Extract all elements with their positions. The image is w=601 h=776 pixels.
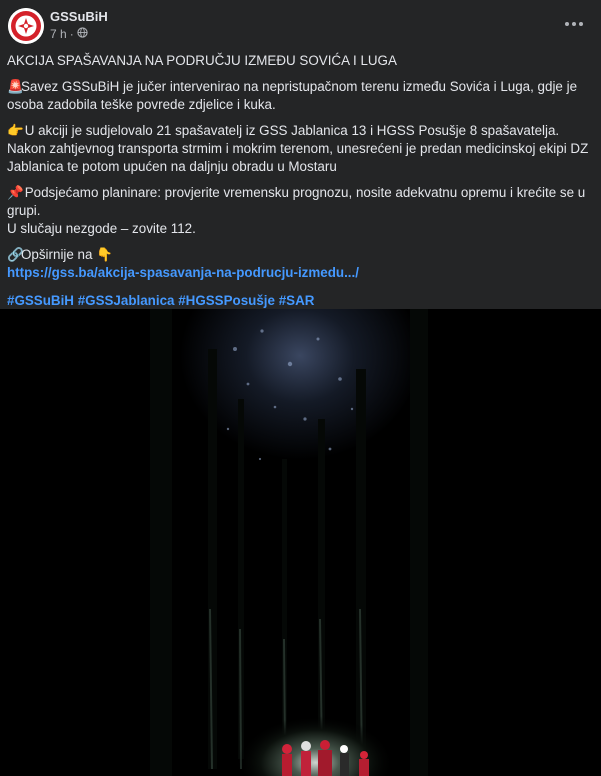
post-header: GSSuBiH 7 h · (8, 8, 593, 44)
hashtag-hgssposusje[interactable]: #HGSSPosušje (178, 293, 275, 308)
meta-separator: · (69, 27, 74, 41)
post-paragraph-3: 📌 Podsjećamo planinare: provjerite vreme… (7, 184, 595, 238)
hashtags: #GSSuBiH #GSSJablanica #HGSSPosušje #SAR (7, 292, 595, 310)
read-more-label: Opširnije na (21, 247, 97, 262)
more-options-dot (572, 22, 576, 26)
post-time[interactable]: 7 h (50, 27, 67, 41)
post-title: AKCIJA SPAŠAVANJA NA PODRUČJU IZMEĐU SOV… (7, 53, 397, 68)
more-options-icon[interactable] (563, 16, 585, 32)
paragraph-3-line-1: Podsjećamo planinare: provjerite vremens… (7, 185, 586, 218)
hashtag-sar[interactable]: #SAR (279, 293, 315, 308)
post-photo[interactable] (0, 309, 601, 776)
pointing-down-icon: 👇 (96, 247, 113, 262)
more-options-dot (579, 22, 583, 26)
paragraph-3-line-2: U slučaju nezgode – zovite 112. (7, 221, 196, 236)
facebook-post: GSSuBiH 7 h · AKCIJA SPAŠAVANJA NA PODRU… (0, 0, 601, 776)
post-paragraph-2: 👉 U akciji je sudjelovalo 21 spašavatelj… (7, 122, 595, 176)
hashtag-gssubih[interactable]: #GSSuBiH (7, 293, 74, 308)
hashtag-gssjablanica[interactable]: #GSSJablanica (78, 293, 175, 308)
more-options-dot (565, 22, 569, 26)
page-name[interactable]: GSSuBiH (50, 9, 108, 24)
post-meta: 7 h · (50, 27, 88, 41)
gss-logo-avatar[interactable] (8, 8, 44, 44)
night-forest-rescue-image (0, 309, 601, 776)
post-paragraph-1: 🚨Savez GSSuBiH je jučer intervenirao na … (7, 78, 595, 114)
read-more-paragraph: 🔗Opširnije na 👇 https://gss.ba/akcija-sp… (7, 246, 595, 282)
globe-icon (77, 27, 88, 41)
post-text: AKCIJA SPAŠAVANJA NA PODRUČJU IZMEĐU SOV… (7, 52, 595, 318)
paragraph-2-text: U akciji je sudjelovalo 21 spašavatelj i… (7, 123, 589, 174)
link-icon: 🔗 (7, 247, 24, 262)
paragraph-1-text: Savez GSSuBiH je jučer intervenirao na n… (7, 79, 578, 112)
pointing-hand-icon: 👉 (7, 123, 24, 138)
pushpin-icon: 📌 (7, 185, 24, 200)
siren-icon: 🚨 (7, 79, 24, 94)
article-link[interactable]: https://gss.ba/akcija-spasavanja-na-podr… (7, 265, 359, 280)
